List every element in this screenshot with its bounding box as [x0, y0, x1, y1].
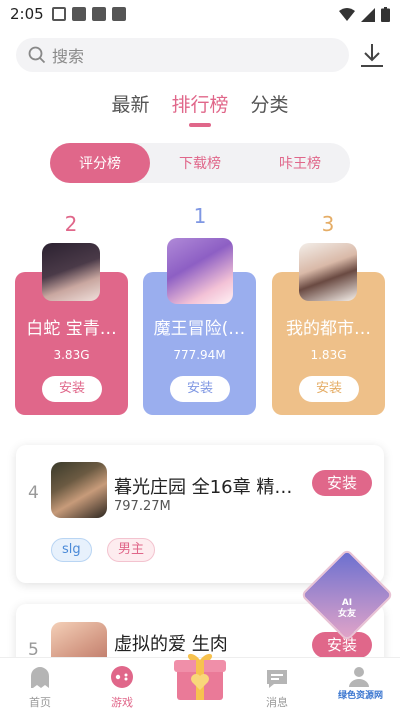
game-thumbnail: [51, 462, 107, 518]
tag-badge[interactable]: 男主: [107, 538, 156, 562]
podium-game-name: 我的都市…: [286, 319, 371, 339]
nav-label: 首页: [29, 696, 51, 709]
podium-game-size: 1.83G: [310, 348, 347, 362]
search-placeholder: 搜索: [52, 47, 85, 66]
status-bar: 2:05: [0, 0, 400, 28]
tab-download-rank[interactable]: 下载榜: [150, 143, 250, 183]
message-icon: [267, 670, 287, 688]
tab-ranking[interactable]: 排行榜: [171, 90, 229, 127]
top-tabs: 最新 排行榜 分类: [0, 90, 400, 127]
podium-rank-3: 3: [321, 212, 335, 236]
game-thumbnail: [42, 243, 100, 301]
search-icon: [28, 46, 46, 64]
top-three-podium: 2 白蛇 宝青… 3.83G 安装 1 魔王冒险(… 777.94M 安装 3 …: [0, 200, 400, 420]
install-button[interactable]: 安装: [299, 376, 359, 402]
game-thumbnail: [167, 238, 233, 304]
podium-rank-2: 2: [64, 212, 78, 236]
tab-category[interactable]: 分类: [251, 90, 289, 117]
person-icon: [349, 667, 369, 687]
image-icon: [51, 7, 66, 21]
gift-icon: [174, 653, 226, 700]
search-bar[interactable]: 搜索: [16, 38, 349, 72]
list-rank: 4: [28, 483, 39, 503]
nav-label: 消息: [266, 696, 288, 709]
ai-badge-label: AI 女友: [337, 598, 356, 619]
podium-game-size: 3.83G: [53, 348, 90, 362]
install-button[interactable]: 安装: [312, 470, 372, 496]
status-time: 2:05: [10, 5, 44, 23]
battery-icon: [381, 7, 390, 22]
game-size: 797.27M: [114, 499, 171, 514]
tab-rating-rank[interactable]: 评分榜: [50, 143, 150, 183]
podium-game-name: 魔王冒险(…: [153, 319, 246, 339]
download-button[interactable]: [355, 38, 389, 72]
game-thumbnail: [299, 243, 357, 301]
watermark: 绿色资源网: [338, 691, 384, 701]
tag-badge[interactable]: slg: [51, 538, 92, 562]
install-button[interactable]: 安装: [170, 376, 230, 402]
list-item[interactable]: 4 暮光庄园 全16章 精… 797.27M 安装 slg 男主: [16, 445, 384, 583]
ghost-icon: [31, 667, 49, 688]
download-icon: [361, 44, 383, 67]
square-icon: [91, 7, 106, 21]
signal-icon: [361, 7, 375, 22]
game-title: 暮光庄园 全16章 精…: [114, 477, 293, 498]
gamepad-icon: [111, 666, 133, 688]
podium-rank-1: 1: [193, 204, 207, 228]
install-button[interactable]: 安装: [42, 376, 102, 402]
square-icon: [111, 7, 126, 21]
a-icon: [71, 7, 86, 21]
tab-latest[interactable]: 最新: [111, 90, 149, 117]
wifi-icon: [339, 7, 355, 21]
gift-button[interactable]: [174, 650, 226, 702]
tab-kawang-rank[interactable]: 咔王榜: [250, 143, 350, 183]
podium-game-size: 777.94M: [173, 348, 226, 362]
podium-game-name: 白蛇 宝青…: [26, 319, 117, 339]
nav-label: 游戏: [111, 696, 133, 709]
ranking-sub-tabs: 评分榜 下载榜 咔王榜: [50, 143, 350, 183]
